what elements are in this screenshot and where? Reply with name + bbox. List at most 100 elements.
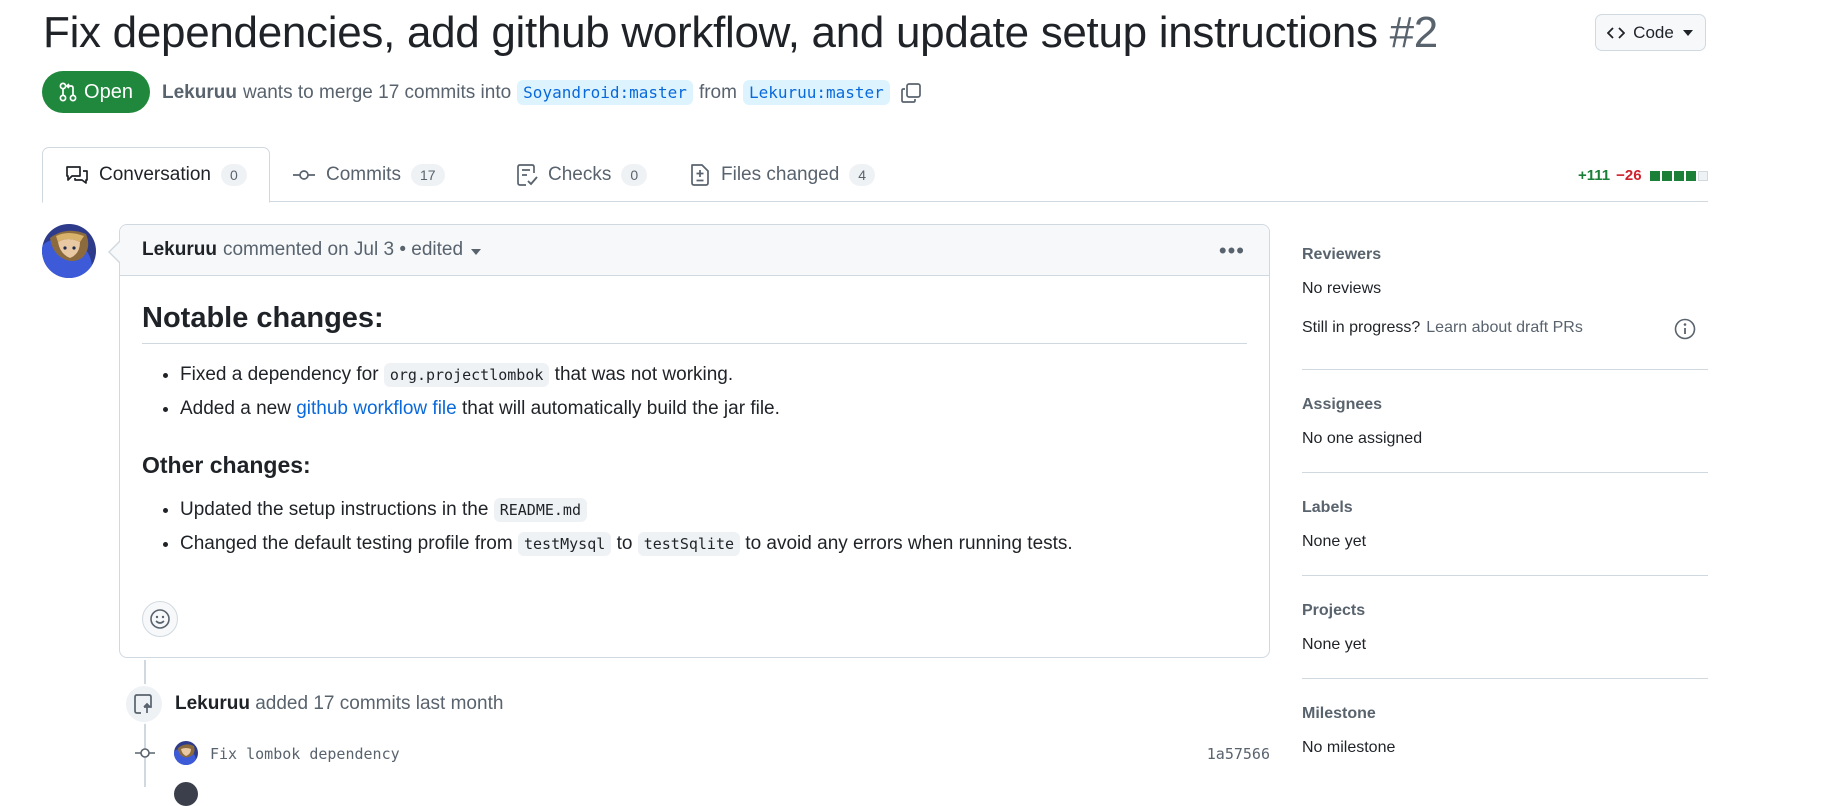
text: Updated the setup instructions in the (180, 499, 489, 520)
tab-count: 0 (220, 164, 247, 186)
labels-section: Labels None yet (1302, 473, 1708, 576)
workflow-file-link[interactable]: github workflow file (296, 398, 457, 419)
deletions-count: −26 (1616, 167, 1642, 184)
labels-value: None yet (1302, 533, 1367, 550)
assignees-heading[interactable]: Assignees (1302, 396, 1708, 414)
draft-prs-link[interactable]: Learn about draft PRs (1426, 319, 1583, 337)
tab-checks[interactable]: Checks 0 (494, 147, 669, 202)
reviewers-heading[interactable]: Reviewers (1302, 246, 1708, 264)
projects-heading[interactable]: Projects (1302, 602, 1708, 620)
tab-commits[interactable]: Commits 17 (270, 147, 467, 202)
draft-hint: Still in progress? Learn about draft PRs (1302, 319, 1708, 337)
base-branch[interactable]: Soyandroid:master (517, 80, 693, 105)
comment-author[interactable]: Lekuruu (142, 239, 217, 261)
pr-title-text: Fix dependencies, add github workflow, a… (43, 8, 1378, 57)
avatar[interactable] (42, 224, 96, 278)
tab-count: 17 (410, 163, 445, 186)
other-changes-list: Updated the setup instructions in the RE… (142, 493, 1247, 561)
tab-label: Conversation (99, 164, 211, 185)
timeline-event: Lekuruu added 17 commits last month (175, 693, 503, 715)
more-options-icon[interactable]: ••• (1219, 238, 1245, 264)
projects-value: None yet (1302, 636, 1367, 653)
milestone-heading[interactable]: Milestone (1302, 705, 1708, 723)
file-diff-icon (691, 163, 709, 186)
inline-code: testSqlite (637, 532, 741, 556)
tab-label: Files changed (721, 163, 840, 185)
projects-section: Projects None yet (1302, 576, 1708, 679)
draft-question: Still in progress? (1302, 319, 1421, 336)
text: to (616, 533, 633, 554)
assignees-value: No one assigned (1302, 430, 1423, 447)
additions-count: +111 (1578, 167, 1611, 184)
info-icon[interactable] (1674, 318, 1696, 340)
comment-header: Lekuruu commented on Jul 3 • edited ••• (120, 225, 1269, 276)
chevron-down-icon (1682, 29, 1693, 36)
code-button-label: Code (1633, 22, 1674, 42)
timeline-event-badge (124, 684, 164, 724)
commit-message-link[interactable]: Fix lombok dependency (210, 745, 400, 763)
status-label: Open (84, 80, 133, 103)
tab-count: 0 (621, 163, 648, 186)
text: to avoid any errors when running tests. (745, 533, 1073, 554)
text: that was not working. (554, 364, 734, 385)
from-text: from (698, 81, 737, 103)
heading-notable-changes: Notable changes: (142, 302, 1247, 344)
text: Changed the default testing profile from (180, 533, 513, 554)
commit-author-avatar[interactable] (174, 782, 198, 806)
text: that will automatically build the jar fi… (462, 398, 780, 419)
labels-heading[interactable]: Labels (1302, 499, 1708, 517)
diffstat-bar (1649, 170, 1708, 181)
pr-sidebar: Reviewers No reviews Still in progress? … (1302, 246, 1708, 781)
comment-caret-fill (110, 242, 120, 262)
reviewers-value: No reviews (1302, 280, 1382, 297)
text: Added a new (180, 398, 291, 419)
commit-sha-link[interactable]: 1a57566 (1207, 745, 1270, 763)
inline-code: testMysql (518, 532, 612, 556)
text: Fixed a dependency for (180, 364, 379, 385)
code-icon (1607, 26, 1626, 39)
list-item: Fixed a dependency for org.projectlombok… (180, 358, 1247, 392)
commit-author-avatar[interactable] (174, 741, 198, 765)
list-item: Added a new github workflow file that wi… (180, 392, 1247, 426)
copy-icon[interactable] (900, 82, 922, 104)
status-badge: Open (42, 71, 150, 113)
pr-meta: Lekuruu wants to merge 17 commits into S… (162, 80, 922, 105)
milestone-value: No milestone (1302, 739, 1396, 756)
tab-label: Commits (326, 163, 401, 185)
list-item: Updated the setup instructions in the RE… (180, 493, 1247, 527)
pr-number: #2 (1389, 8, 1439, 57)
pr-tabs: Conversation 0 Commits 17 Checks 0 Files… (42, 147, 1708, 203)
code-button[interactable]: Code (1595, 14, 1706, 51)
tab-conversation[interactable]: Conversation 0 (42, 147, 270, 203)
comment-meta: commented on Jul 3 • edited (222, 239, 464, 260)
inline-code: org.projectlombok (383, 363, 550, 387)
repo-push-icon (134, 694, 152, 714)
comment-discussion-icon (66, 166, 88, 184)
diffstat: +111 −26 (1578, 167, 1708, 184)
timeline-event-text: added 17 commits last month (255, 693, 504, 714)
tab-files-changed[interactable]: Files changed 4 (667, 147, 897, 202)
reviewers-section: Reviewers No reviews Still in progress? … (1302, 246, 1708, 370)
tab-count: 4 (849, 163, 876, 186)
add-reaction-button[interactable] (142, 601, 178, 637)
edit-history-dropdown-icon[interactable] (469, 247, 483, 257)
pr-description-comment: Lekuruu commented on Jul 3 • edited ••• … (119, 224, 1270, 658)
notable-changes-list: Fixed a dependency for org.projectlombok… (142, 358, 1247, 426)
commit-dot-icon (133, 745, 157, 761)
merge-text: wants to merge 17 commits into (242, 81, 512, 103)
head-branch[interactable]: Lekuruu:master (742, 80, 890, 105)
assignees-section: Assignees No one assigned (1302, 370, 1708, 473)
smiley-icon (150, 609, 170, 629)
git-commit-icon (293, 169, 315, 180)
author-link[interactable]: Lekuruu (162, 82, 237, 104)
timeline-author[interactable]: Lekuruu (175, 693, 250, 714)
list-item: Changed the default testing profile from… (180, 527, 1247, 561)
pr-title: Fix dependencies, add github workflow, a… (43, 8, 1438, 58)
git-pull-request-icon (59, 82, 77, 102)
comment-body: Notable changes: Fixed a dependency for … (120, 276, 1269, 561)
tab-label: Checks (548, 163, 612, 185)
heading-other-changes: Other changes: (142, 452, 311, 478)
milestone-section: Milestone No milestone (1302, 679, 1708, 781)
checklist-icon (517, 163, 538, 186)
inline-code: README.md (493, 498, 587, 522)
